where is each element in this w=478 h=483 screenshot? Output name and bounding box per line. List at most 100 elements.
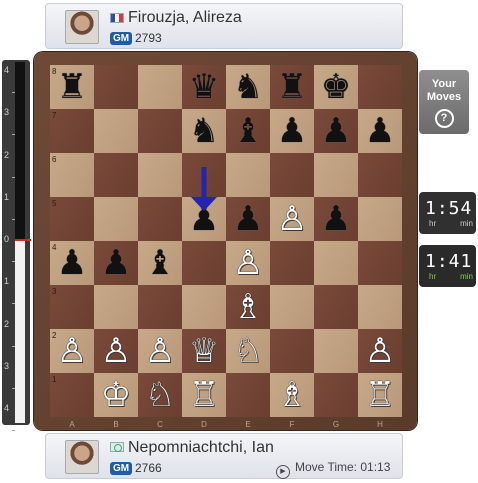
square-c8[interactable] xyxy=(138,65,182,109)
black-bishop-icon[interactable]: ♝ xyxy=(226,109,270,153)
square-g7[interactable]: ♟ xyxy=(314,109,358,153)
white-rook-icon[interactable]: ♖ xyxy=(358,373,402,417)
square-h5[interactable] xyxy=(358,197,402,241)
square-e2[interactable]: ♘ xyxy=(226,329,270,373)
square-b4[interactable]: ♟ xyxy=(94,241,138,285)
square-c7[interactable] xyxy=(138,109,182,153)
square-a7[interactable]: 7 xyxy=(50,109,94,153)
white-pawn-icon[interactable]: ♙ xyxy=(226,241,270,285)
square-g6[interactable] xyxy=(314,153,358,197)
black-bishop-icon[interactable]: ♝ xyxy=(138,241,182,285)
your-moves-button[interactable]: Your Moves ? xyxy=(419,70,469,134)
white-pawn-icon[interactable]: ♙ xyxy=(358,329,402,373)
square-b8[interactable] xyxy=(94,65,138,109)
chess-board[interactable]: 8 ♜ ♛ ♞ ♜ ♚ 7 ♞ ♝ ♟ ♟ ♟ 6 5 ♟ ♟ ♙ ♟ 4 ♟ ♟ ♝ ♙ 3 ♗ 2 ♙ ♙ ♙ ♕ ♘ ♙ 1 ♔ ♘ ♖ ♗ ♖ xyxy=(50,65,402,417)
square-f8[interactable]: ♜ xyxy=(270,65,314,109)
black-pawn-icon[interactable]: ♟ xyxy=(226,197,270,241)
square-a2[interactable]: 2 ♙ xyxy=(50,329,94,373)
white-pawn-icon[interactable]: ♙ xyxy=(50,329,94,373)
square-e4[interactable]: ♙ xyxy=(226,241,270,285)
black-pawn-icon[interactable]: ♟ xyxy=(270,109,314,153)
black-pawn-icon[interactable]: ♟ xyxy=(358,109,402,153)
square-c6[interactable] xyxy=(138,153,182,197)
white-pawn-icon[interactable]: ♙ xyxy=(94,329,138,373)
square-b2[interactable]: ♙ xyxy=(94,329,138,373)
square-c3[interactable] xyxy=(138,285,182,329)
square-e8[interactable]: ♞ xyxy=(226,65,270,109)
white-knight-icon[interactable]: ♘ xyxy=(138,373,182,417)
black-rook-icon[interactable]: ♜ xyxy=(270,65,314,109)
white-pawn-icon[interactable]: ♙ xyxy=(138,329,182,373)
square-a1[interactable]: 1 xyxy=(50,373,94,417)
white-pawn-icon[interactable]: ♙ xyxy=(270,197,314,241)
square-h6[interactable] xyxy=(358,153,402,197)
square-g1[interactable] xyxy=(314,373,358,417)
square-g8[interactable]: ♚ xyxy=(314,65,358,109)
square-b6[interactable] xyxy=(94,153,138,197)
square-c5[interactable] xyxy=(138,197,182,241)
square-a5[interactable]: 5 xyxy=(50,197,94,241)
square-b1[interactable]: ♔ xyxy=(94,373,138,417)
square-g5[interactable]: ♟ xyxy=(314,197,358,241)
white-queen-icon[interactable]: ♕ xyxy=(182,329,226,373)
file-labels: A B C D E F G H xyxy=(50,420,402,429)
square-h8[interactable] xyxy=(358,65,402,109)
square-d7[interactable]: ♞ xyxy=(182,109,226,153)
square-g2[interactable] xyxy=(314,329,358,373)
square-b3[interactable] xyxy=(94,285,138,329)
black-king-icon[interactable]: ♚ xyxy=(314,65,358,109)
square-a4[interactable]: 4 ♟ xyxy=(50,241,94,285)
square-f7[interactable]: ♟ xyxy=(270,109,314,153)
help-icon[interactable]: ? xyxy=(434,109,454,128)
square-d2[interactable]: ♕ xyxy=(182,329,226,373)
square-g4[interactable] xyxy=(314,241,358,285)
white-bishop-icon[interactable]: ♗ xyxy=(270,373,314,417)
square-d3[interactable] xyxy=(182,285,226,329)
square-b7[interactable] xyxy=(94,109,138,153)
square-h7[interactable]: ♟ xyxy=(358,109,402,153)
square-f3[interactable] xyxy=(270,285,314,329)
square-h1[interactable]: ♖ xyxy=(358,373,402,417)
square-d6[interactable] xyxy=(182,153,226,197)
black-rook-icon[interactable]: ♜ xyxy=(50,65,94,109)
white-rook-icon[interactable]: ♖ xyxy=(182,373,226,417)
square-c4[interactable]: ♝ xyxy=(138,241,182,285)
square-e5[interactable]: ♟ xyxy=(226,197,270,241)
white-bishop-icon[interactable]: ♗ xyxy=(226,285,270,329)
square-b5[interactable] xyxy=(94,197,138,241)
black-knight-icon[interactable]: ♞ xyxy=(226,65,270,109)
square-d5[interactable]: ♟ xyxy=(182,197,226,241)
bottom-player-name[interactable]: Nepomniachtchi, Ian xyxy=(128,439,274,457)
square-h2[interactable]: ♙ xyxy=(358,329,402,373)
square-e1[interactable] xyxy=(226,373,270,417)
white-knight-icon[interactable]: ♘ xyxy=(226,329,270,373)
square-h4[interactable] xyxy=(358,241,402,285)
white-king-icon[interactable]: ♔ xyxy=(94,373,138,417)
top-player-name[interactable]: Firouzja, Alireza xyxy=(128,9,242,27)
black-queen-icon[interactable]: ♛ xyxy=(182,65,226,109)
square-c1[interactable]: ♘ xyxy=(138,373,182,417)
square-e6[interactable] xyxy=(226,153,270,197)
square-g3[interactable] xyxy=(314,285,358,329)
black-pawn-icon[interactable]: ♟ xyxy=(314,197,358,241)
square-f1[interactable]: ♗ xyxy=(270,373,314,417)
square-h3[interactable] xyxy=(358,285,402,329)
square-f2[interactable] xyxy=(270,329,314,373)
black-pawn-icon[interactable]: ♟ xyxy=(182,197,226,241)
square-a8[interactable]: 8 ♜ xyxy=(50,65,94,109)
square-a6[interactable]: 6 xyxy=(50,153,94,197)
black-knight-icon[interactable]: ♞ xyxy=(182,109,226,153)
square-f6[interactable] xyxy=(270,153,314,197)
square-f4[interactable] xyxy=(270,241,314,285)
square-f5[interactable]: ♙ xyxy=(270,197,314,241)
square-d1[interactable]: ♖ xyxy=(182,373,226,417)
black-pawn-icon[interactable]: ♟ xyxy=(94,241,138,285)
square-e3[interactable]: ♗ xyxy=(226,285,270,329)
square-e7[interactable]: ♝ xyxy=(226,109,270,153)
square-a3[interactable]: 3 xyxy=(50,285,94,329)
square-d8[interactable]: ♛ xyxy=(182,65,226,109)
black-pawn-icon[interactable]: ♟ xyxy=(50,241,94,285)
square-c2[interactable]: ♙ xyxy=(138,329,182,373)
square-d4[interactable] xyxy=(182,241,226,285)
black-pawn-icon[interactable]: ♟ xyxy=(314,109,358,153)
